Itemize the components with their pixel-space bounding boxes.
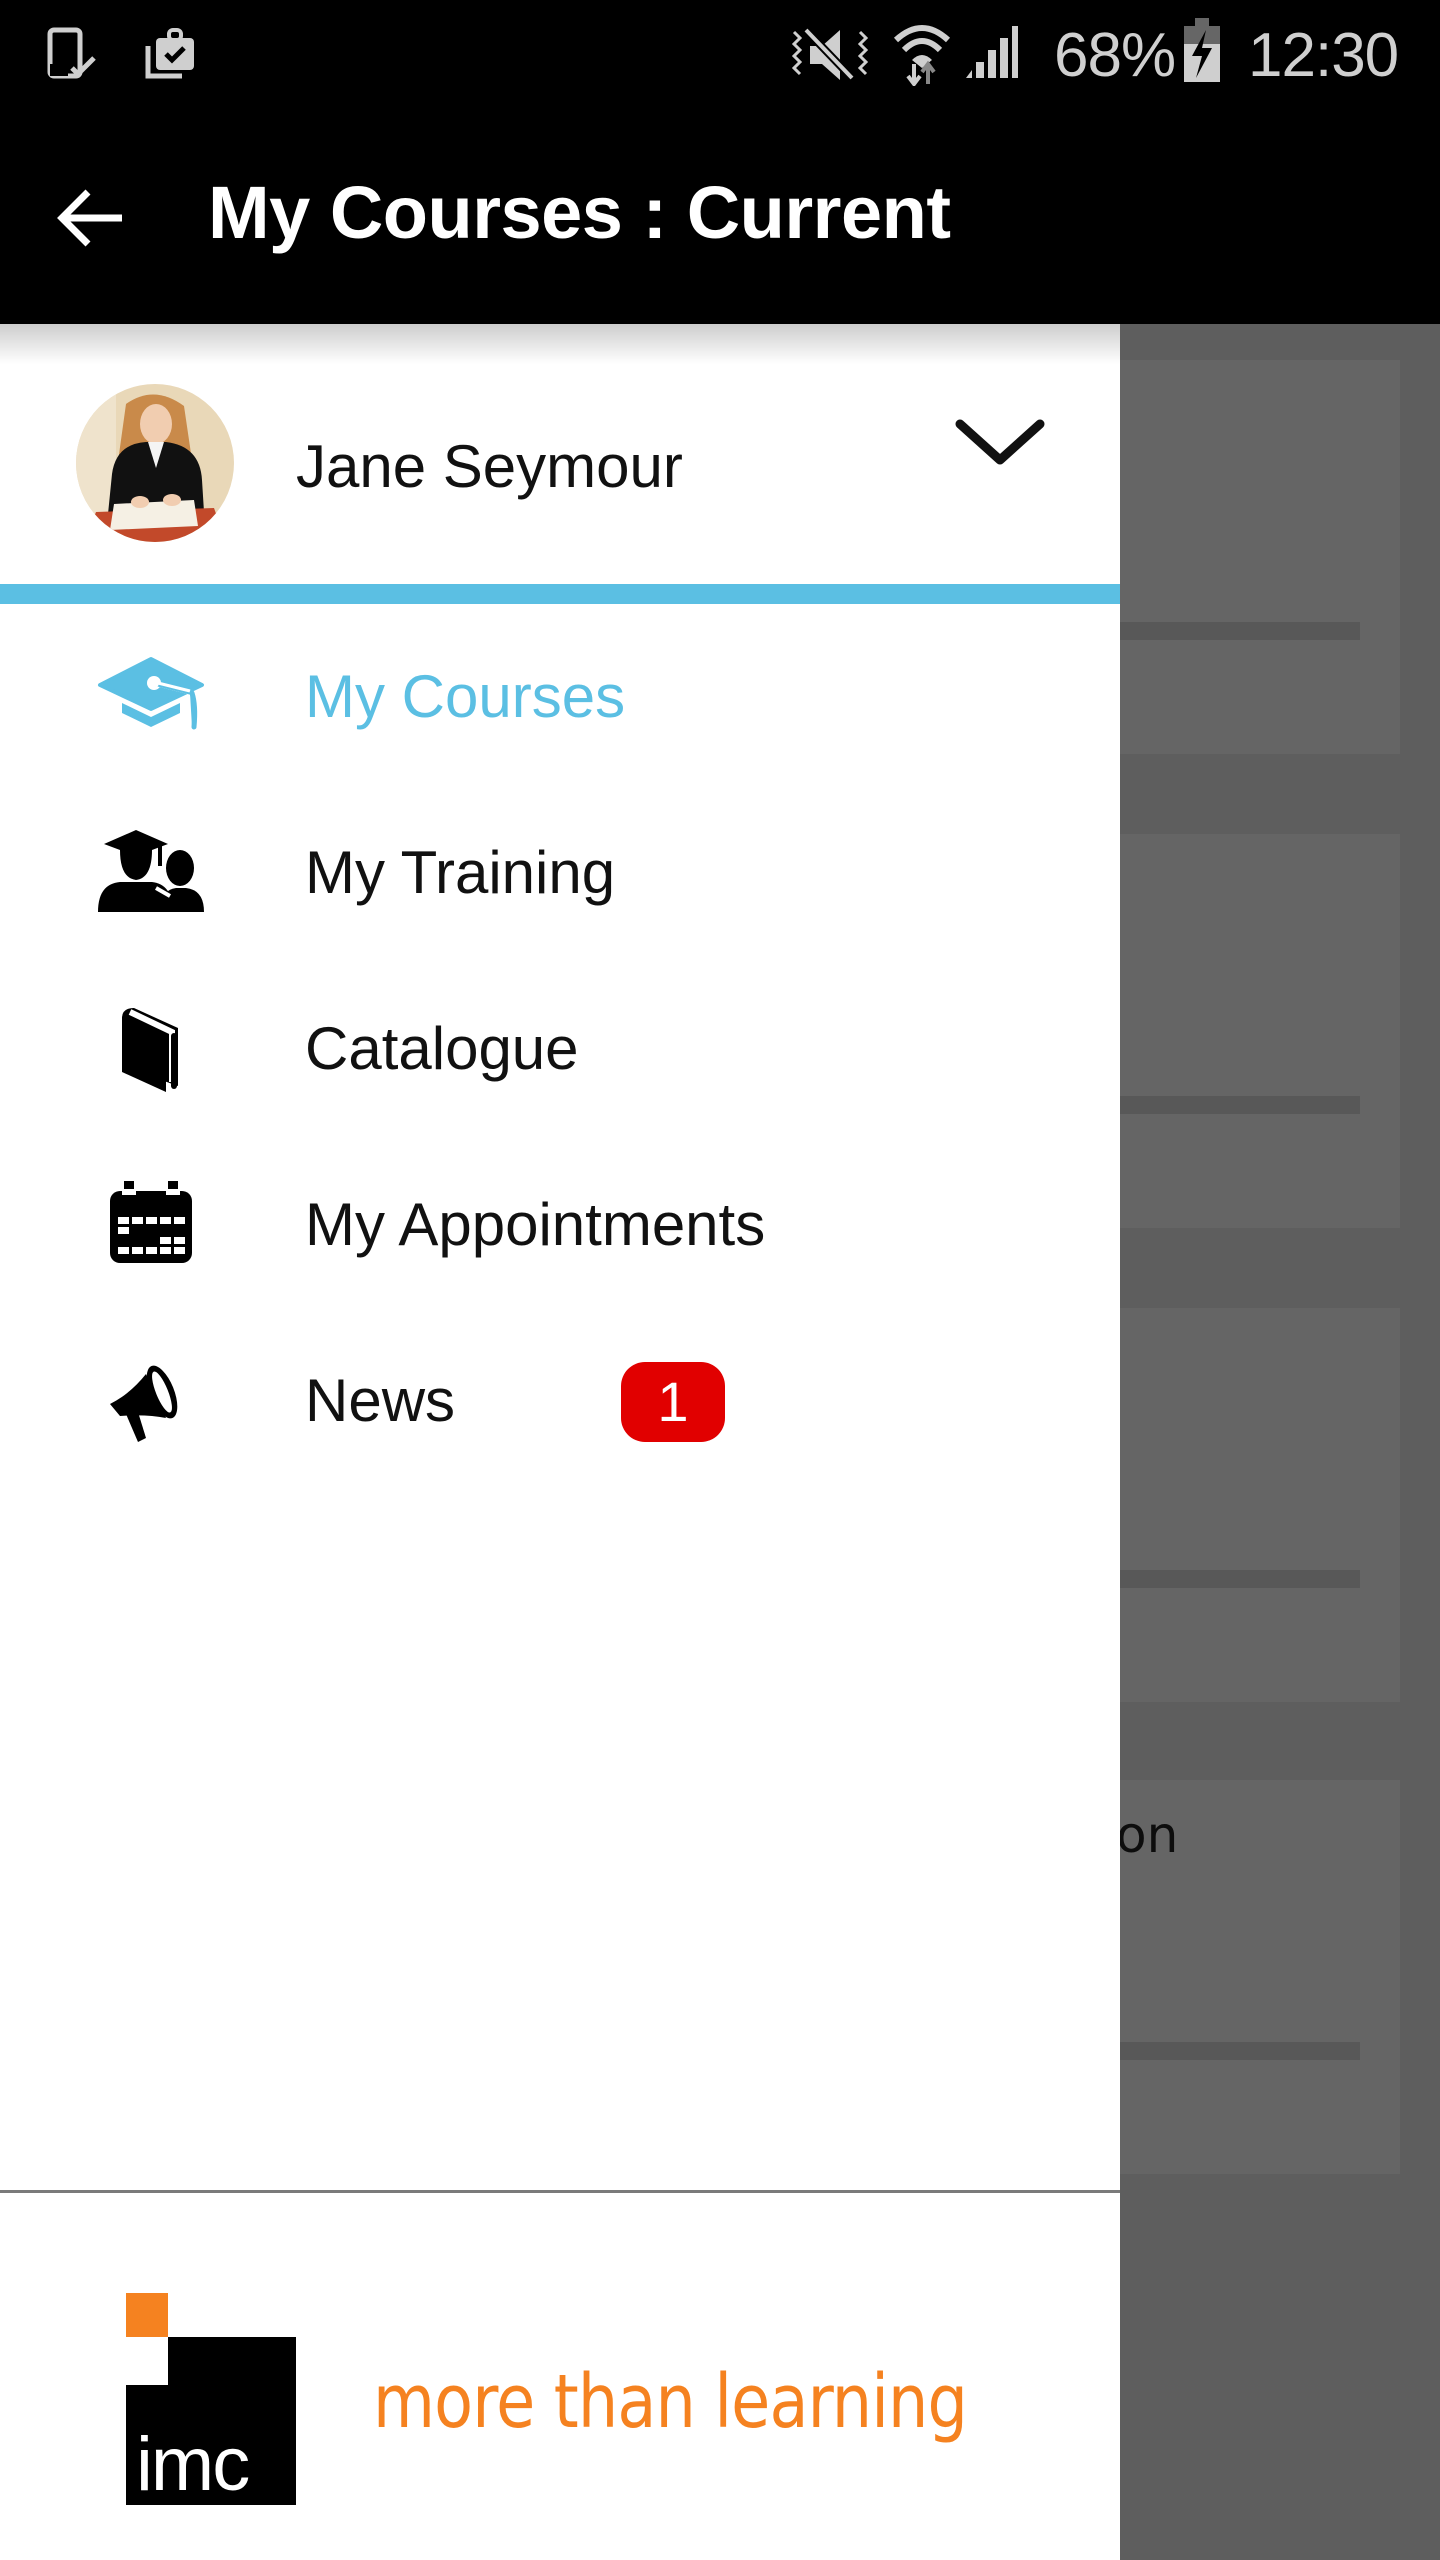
- account-header[interactable]: Jane Seymour: [0, 360, 1120, 584]
- nav-item-label: My Appointments: [305, 1191, 766, 1258]
- app-bar-shadow: [0, 324, 1120, 364]
- nav-item-my-training[interactable]: My Training: [0, 780, 1120, 956]
- briefcase-check-icon: [142, 26, 198, 87]
- nav-item-label: News: [305, 1367, 456, 1434]
- vibrate-mute-icon: [790, 22, 870, 91]
- brand-tagline: more than learning: [373, 2359, 968, 2445]
- nav-item-my-courses[interactable]: My Courses: [0, 604, 1120, 780]
- page-title: My Courses : Current: [208, 171, 951, 254]
- book-icon: [96, 1002, 206, 1092]
- nav-item-label: Catalogue: [305, 1015, 579, 1082]
- calendar-icon: [96, 1178, 206, 1268]
- logo-text: imc: [136, 2422, 250, 2507]
- user-name: Jane Seymour: [296, 433, 683, 500]
- app-bar: My Courses : Current: [0, 108, 1440, 324]
- signal-icon: [964, 24, 1020, 85]
- graduation-cap-icon: [96, 650, 206, 740]
- avatar: [76, 384, 234, 542]
- navigation-drawer: Jane Seymour My Courses My Training Cata…: [0, 324, 1120, 2560]
- battery-percent: 68%: [1054, 21, 1176, 90]
- course-card-title-fragment: on: [1116, 1806, 1179, 1864]
- logo-orange-square: [126, 2293, 168, 2337]
- nav-item-label: My Training: [305, 839, 616, 906]
- nav-item-label: My Courses: [305, 663, 626, 730]
- imc-logo: imc: [126, 2293, 296, 2507]
- nav-item-my-appointments[interactable]: My Appointments: [0, 1132, 1120, 1308]
- account-switcher-toggle[interactable]: [950, 416, 1050, 486]
- nav-item-news[interactable]: News 1: [0, 1308, 1120, 1484]
- chevron-down-icon: [955, 419, 1045, 465]
- clock: 12:30: [1248, 21, 1399, 90]
- nav-item-catalogue[interactable]: Catalogue: [0, 956, 1120, 1132]
- device-check-icon: [46, 26, 102, 87]
- news-count-badge: 1: [621, 1362, 725, 1442]
- back-button[interactable]: [52, 178, 132, 258]
- graduate-users-icon: [96, 826, 206, 916]
- header-divider: [0, 584, 1120, 604]
- wifi-icon: [892, 20, 952, 91]
- battery-charging-icon: [1182, 18, 1222, 87]
- drawer-footer: imc more than learning: [0, 2193, 1120, 2560]
- megaphone-icon: [96, 1354, 206, 1444]
- status-bar: 68% 12:30: [0, 0, 1440, 108]
- arrow-left-icon: [57, 189, 122, 247]
- nav-list: My Courses My Training Catalogue My Appo…: [0, 604, 1120, 1484]
